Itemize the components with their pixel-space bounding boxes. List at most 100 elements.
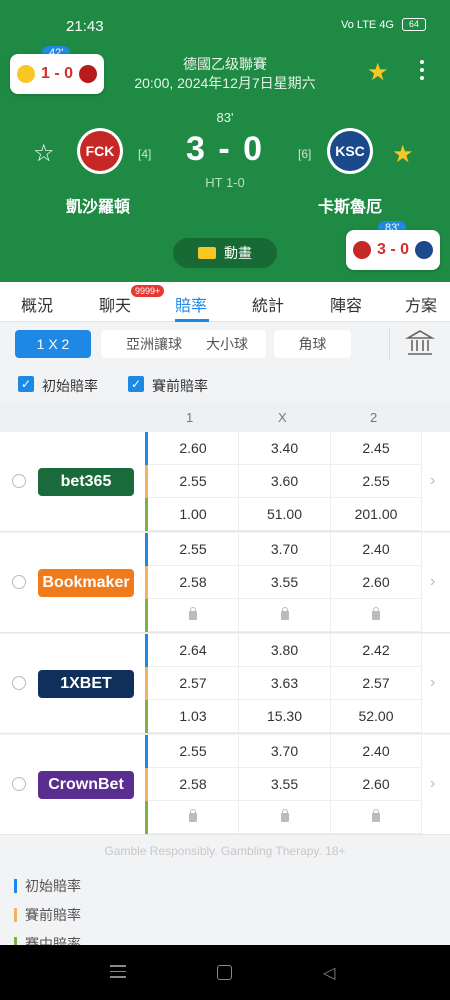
locked-odds-cell: [239, 801, 331, 834]
chevron-right-icon[interactable]: ›: [430, 472, 435, 490]
odds-row: 2.60 3.40 2.45: [145, 432, 422, 465]
column-home: 1: [186, 410, 194, 425]
odds-row: 2.57 3.63 2.57: [145, 667, 422, 700]
tab-chat[interactable]: 聊天: [99, 292, 131, 316]
match-score: 3 - 0: [185, 130, 265, 168]
recent-apps-icon[interactable]: [110, 965, 126, 982]
odds-cell: 201.00: [331, 498, 422, 531]
home-rank: [4]: [138, 147, 152, 161]
home-team-logo[interactable]: FCK: [77, 128, 123, 174]
odds-cell: 2.60: [331, 768, 422, 801]
bookmaker-group[interactable]: CrownBet › 2.55 3.70 2.40 2.58 3.55 2.60: [0, 735, 450, 835]
responsible-gambling-note: Gamble Responsibly. Gambling Therapy. 18…: [104, 844, 346, 858]
bookmaker-group[interactable]: bet365 › 2.60 3.40 2.45 2.55 3.60 2.55 1.00 51.00…: [0, 432, 450, 532]
bank-icon[interactable]: [405, 328, 435, 358]
chevron-right-icon[interactable]: ›: [430, 775, 435, 793]
odds-cell: 52.00: [331, 700, 422, 733]
home-logo-text: FCK: [80, 131, 120, 171]
odds-cell: 3.80: [239, 634, 331, 667]
legend-initial: 初始賠率: [14, 876, 81, 896]
home-favorite-star-icon[interactable]: ☆: [33, 139, 55, 168]
tab-overview[interactable]: 概況: [21, 292, 53, 316]
away-team-logo[interactable]: KSC: [327, 128, 373, 174]
status-icons: Vo LTE 4G 64: [341, 18, 426, 31]
odds-column-header: 1 X 2: [0, 402, 450, 432]
odds-cell: 3.63: [239, 667, 331, 700]
pre-match-odds-checkbox[interactable]: ✓: [128, 376, 144, 392]
odds-cell: 51.00: [239, 498, 331, 531]
lock-icon: [280, 606, 289, 620]
away-team-name[interactable]: 卡斯魯厄: [318, 193, 382, 217]
lock-icon: [372, 606, 380, 620]
legend-swatch: [14, 908, 17, 922]
market-1x2[interactable]: 1 X 2: [15, 330, 91, 358]
lock-icon: [372, 808, 380, 822]
match-minute: 83': [216, 110, 234, 125]
odds-row: [145, 599, 422, 632]
network-icons-text: Vo LTE 4G: [341, 18, 394, 31]
column-away: 2: [370, 410, 378, 425]
odds-cell: 3.60: [239, 465, 331, 498]
half-time-score: HT 1-0: [205, 175, 245, 190]
select-radio[interactable]: [12, 676, 26, 690]
mini-match-card-right[interactable]: 3 - 0: [346, 230, 440, 270]
initial-odds-checkbox[interactable]: ✓: [18, 376, 34, 392]
odds-cell: 1.00: [148, 498, 239, 531]
favorite-star-icon[interactable]: ★: [367, 58, 389, 87]
away-rank: [6]: [298, 147, 312, 161]
bookmaker-logo: 1XBET: [38, 670, 134, 698]
locked-odds-cell: [239, 599, 331, 632]
tab-odds[interactable]: 賠率: [175, 292, 207, 316]
odds-cell: 2.40: [331, 735, 422, 768]
status-time: 21:43: [66, 18, 104, 35]
legend-swatch: [14, 879, 17, 893]
odds-cell: 15.30: [239, 700, 331, 733]
market-over-under[interactable]: 大小球: [188, 330, 266, 358]
bookmaker-group[interactable]: 1XBET › 2.64 3.80 2.42 2.57 3.63 2.57 1.03 15.30 5…: [0, 634, 450, 734]
lock-icon: [189, 606, 197, 620]
home-icon[interactable]: [217, 965, 232, 980]
select-radio[interactable]: [12, 474, 26, 488]
home-team-name[interactable]: 凱沙羅頓: [66, 193, 130, 217]
chat-count-badge: 9999+: [131, 285, 165, 297]
legend-label: 初始賠率: [25, 878, 81, 894]
bookmaker-logo: CrownBet: [38, 771, 134, 799]
mini-right-score: 3 - 0: [376, 241, 409, 258]
odds-row: 2.55 3.70 2.40: [145, 533, 422, 566]
odds-row: 2.64 3.80 2.42: [145, 634, 422, 667]
column-draw: X: [278, 410, 287, 425]
odds-row: 2.58 3.55 2.60: [145, 566, 422, 599]
chevron-right-icon[interactable]: ›: [430, 674, 435, 692]
select-radio[interactable]: [12, 575, 26, 589]
tab-bar: 概況 聊天 賠率 統計 陣容 方案: [0, 282, 450, 322]
divider: [389, 328, 390, 360]
away-favorite-star-icon[interactable]: ★: [392, 140, 414, 169]
lock-icon: [280, 808, 289, 822]
odds-cell: 2.60: [331, 566, 422, 599]
tv-icon: [198, 247, 216, 259]
tab-stats[interactable]: 統計: [252, 292, 284, 316]
locked-odds-cell: [148, 801, 239, 834]
bookmaker-logo: Bookmaker: [38, 569, 134, 597]
team-crest-icon: [352, 241, 371, 259]
back-icon[interactable]: ◁: [323, 963, 335, 983]
chevron-right-icon[interactable]: ›: [430, 573, 435, 591]
odds-cell: 3.40: [239, 432, 331, 465]
animation-button[interactable]: 動畫: [173, 238, 277, 268]
odds-cell: 2.40: [331, 533, 422, 566]
select-radio[interactable]: [12, 777, 26, 791]
odds-row: 2.58 3.55 2.60: [145, 768, 422, 801]
bookmaker-group[interactable]: Bookmaker › 2.55 3.70 2.40 2.58 3.55 2.60: [0, 533, 450, 633]
odds-cell: 2.64: [148, 634, 239, 667]
odds-cell: 2.58: [148, 768, 239, 801]
tab-plans[interactable]: 方案: [405, 292, 437, 316]
odds-cell: 2.57: [331, 667, 422, 700]
tab-lineup[interactable]: 陣容: [330, 292, 362, 316]
bookmaker-logo: bet365: [38, 468, 134, 496]
initial-odds-label: 初始賠率: [42, 378, 98, 394]
market-corners[interactable]: 角球: [274, 330, 351, 358]
system-nav-bar: ◁: [0, 945, 450, 1000]
odds-cell: 2.55: [148, 465, 239, 498]
more-menu-icon[interactable]: [414, 60, 430, 80]
pre-match-odds-label: 賽前賠率: [152, 378, 208, 394]
